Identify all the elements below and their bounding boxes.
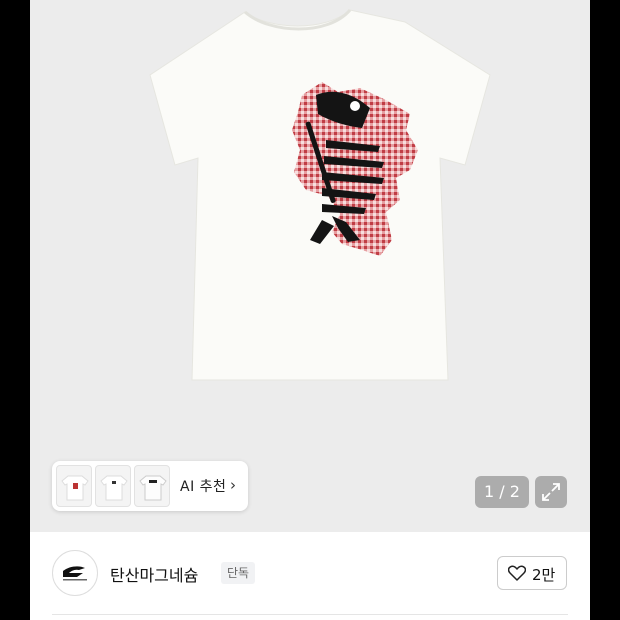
heart-icon: [508, 565, 526, 581]
seller-name[interactable]: 탄산마그네슘: [110, 562, 198, 586]
image-page-counter: 1 / 2: [475, 476, 529, 508]
seller-logo-icon: [63, 566, 87, 581]
like-count: 2만: [532, 566, 556, 584]
thumbnail-shirt-icon: [139, 475, 167, 501]
thumbnail-1[interactable]: [56, 465, 92, 507]
thumbnail-strip[interactable]: AI 추천 ›: [52, 461, 248, 511]
thumbnail-shirt-icon: [61, 475, 89, 501]
product-page: AI 추천 › 1 / 2 탄산마그네슘 단독 2만: [30, 0, 590, 620]
product-image: [149, 8, 491, 381]
thumbnail-shirt-icon: [100, 475, 128, 501]
like-button[interactable]: 2만: [497, 556, 567, 590]
expand-icon: [542, 483, 560, 501]
seller-row[interactable]: 탄산마그네슘 단독 2만: [30, 532, 590, 620]
divider: [52, 614, 568, 615]
seller-avatar[interactable]: [52, 550, 98, 596]
expand-button[interactable]: [535, 476, 567, 508]
ai-recommend-label[interactable]: AI 추천: [180, 476, 226, 496]
product-gallery[interactable]: AI 추천 › 1 / 2: [30, 0, 590, 532]
chevron-right-icon[interactable]: ›: [230, 476, 236, 494]
thumbnail-2[interactable]: [95, 465, 131, 507]
thumbnail-3[interactable]: [134, 465, 170, 507]
exclusive-badge: 단독: [221, 562, 256, 584]
